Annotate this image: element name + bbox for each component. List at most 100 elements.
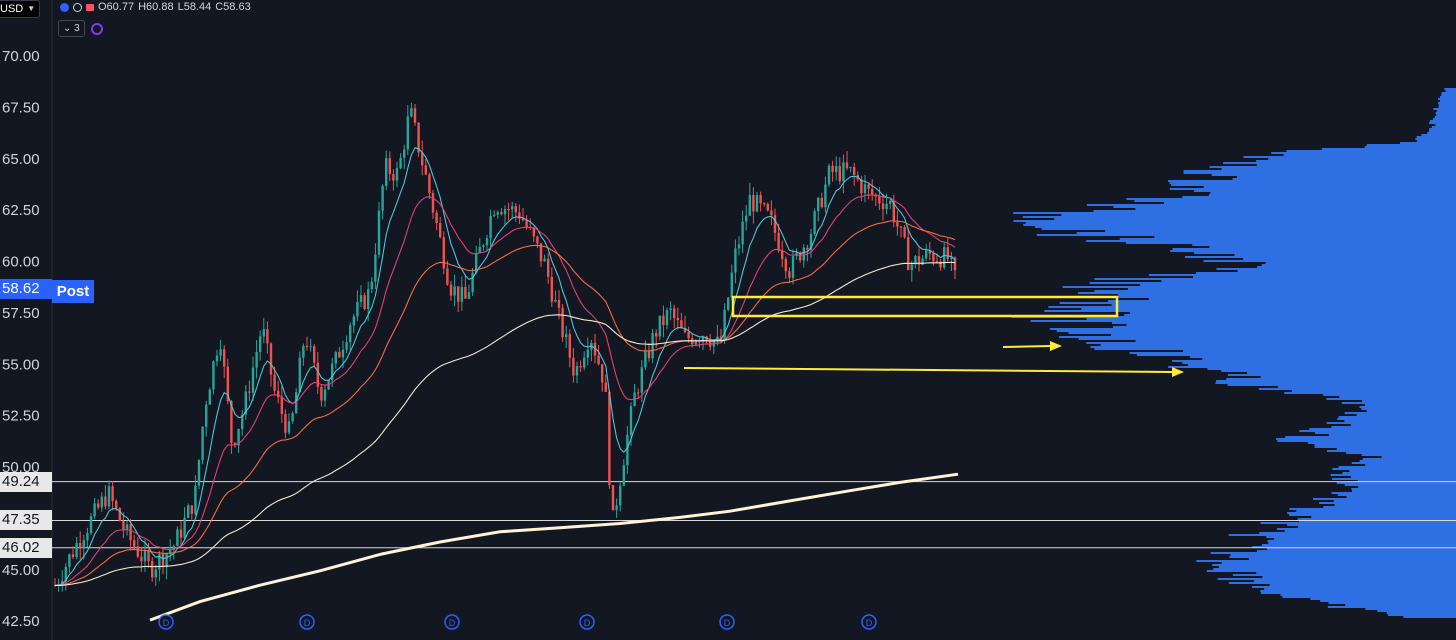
candle-body [547,258,550,277]
volume-profile-bar [1128,288,1456,290]
candle-body [154,569,157,578]
volume-profile-bar [1094,290,1456,292]
candle-body [658,315,661,337]
candle-body [748,194,751,216]
y-tick-label: 42.50 [2,613,40,630]
volume-profile-bar [1161,280,1456,282]
volume-profile-bar [1044,310,1456,312]
volume-profile-bar [1243,156,1456,158]
volume-profile-bar [1125,242,1456,244]
volume-profile-bar [1381,456,1456,458]
indicator-icon[interactable] [90,22,103,35]
volume-profile-bar [1276,528,1456,530]
y-tick-label: 52.50 [2,408,40,425]
candle-body [359,295,363,302]
volume-profile-bar [1435,112,1456,114]
volume-profile-bar [1218,566,1456,568]
price-chart[interactable]: 70.00 67.50 65.00 62.50 60.00 57.50 55.00 52.50… [0,0,1456,640]
volume-profile-bar [1247,372,1456,374]
candle-body [133,540,136,547]
volume-profile-bar [1100,344,1456,346]
candle-body [493,214,496,217]
volume-profile-bar [1062,286,1456,288]
volume-profile-bar [1438,106,1456,108]
candle-body [669,308,672,311]
symbol-selector[interactable]: USD ▼ [0,0,41,18]
volume-profile-bar [1261,264,1456,266]
volume-profile-bar [1086,318,1456,320]
candle-body [943,247,946,268]
volume-profile-bar [1403,616,1456,618]
volume-profile-bar [1366,410,1456,412]
volume-profile-bar [1421,134,1456,136]
candle-body [413,108,417,123]
ohlc-low: L58.44 [177,1,212,13]
candle-body [86,533,89,541]
volume-profile-bar [1260,522,1456,524]
volume-profile-bar [1237,270,1456,272]
volume-profile-bar [1251,586,1456,588]
volume-profile-bar [1299,430,1456,432]
candle-body [291,413,294,422]
volume-profile-bar [1113,206,1456,208]
volume-profile-bar [1436,110,1456,112]
candle-body [165,553,168,568]
volume-profile-bar [1339,396,1456,398]
indicators-collapse-button[interactable]: ⌄ 3 [58,20,85,37]
volume-profile-bar [1068,332,1456,334]
candle-body [759,195,762,204]
candle-body [950,257,953,259]
candle-body [896,222,899,227]
candle-body [655,333,658,337]
volume-profile-bar [1061,214,1456,216]
volume-profile-bar [1444,88,1456,90]
candle-body [179,529,183,538]
session-tag-post: Post [52,280,94,303]
volume-profile-bar [1206,570,1456,572]
y-tick-label: 45.00 [2,562,40,579]
volume-profile-bar [1314,446,1456,448]
candle-body [611,485,615,511]
candle-body [205,404,208,427]
candle-body [140,556,143,562]
candle-body [269,343,273,375]
candle-body [118,508,121,521]
candle-body [791,256,795,278]
volume-profile-bar [1314,432,1456,434]
candle-body [637,392,640,394]
volume-profile-bar [1310,598,1456,600]
volume-profile-bar [1338,466,1456,468]
candle-body [388,158,391,175]
candle-body [781,250,784,260]
volume-profile-bar [1416,136,1456,138]
volume-profile-bar [1319,502,1456,504]
volume-profile-bar [1256,572,1456,574]
volume-profile-bar [1148,274,1456,276]
volume-profile-bar [1338,416,1456,418]
volume-profile-bar [1172,360,1456,362]
volume-profile-bar [1111,304,1456,306]
candle-body [496,212,499,215]
volume-profile-bar [1273,538,1456,540]
candle-body [676,317,679,321]
volume-profile-bar [1350,424,1456,426]
volume-profile-bar [1264,588,1456,590]
candle-body [215,355,219,362]
candle-body [536,236,539,244]
volume-profile-bar [1211,174,1456,176]
volume-profile-bar [1232,574,1456,576]
volume-profile-bar [1428,122,1456,124]
candle-body [755,195,759,212]
candle-body [287,421,291,433]
volume-profile-bar [1438,104,1456,106]
volume-profile-bar [1366,144,1456,146]
volume-profile-bar [1089,282,1456,284]
volume-profile-bar [1286,150,1456,152]
dividend-marker-label: D [724,618,731,628]
volume-profile-bar [1333,500,1456,502]
volume-profile-bar [1086,240,1456,242]
symbol-text: USD [0,3,24,15]
volume-profile-bar [1326,422,1456,424]
candle-body [338,352,341,358]
volume-profile-bar [1208,194,1456,196]
